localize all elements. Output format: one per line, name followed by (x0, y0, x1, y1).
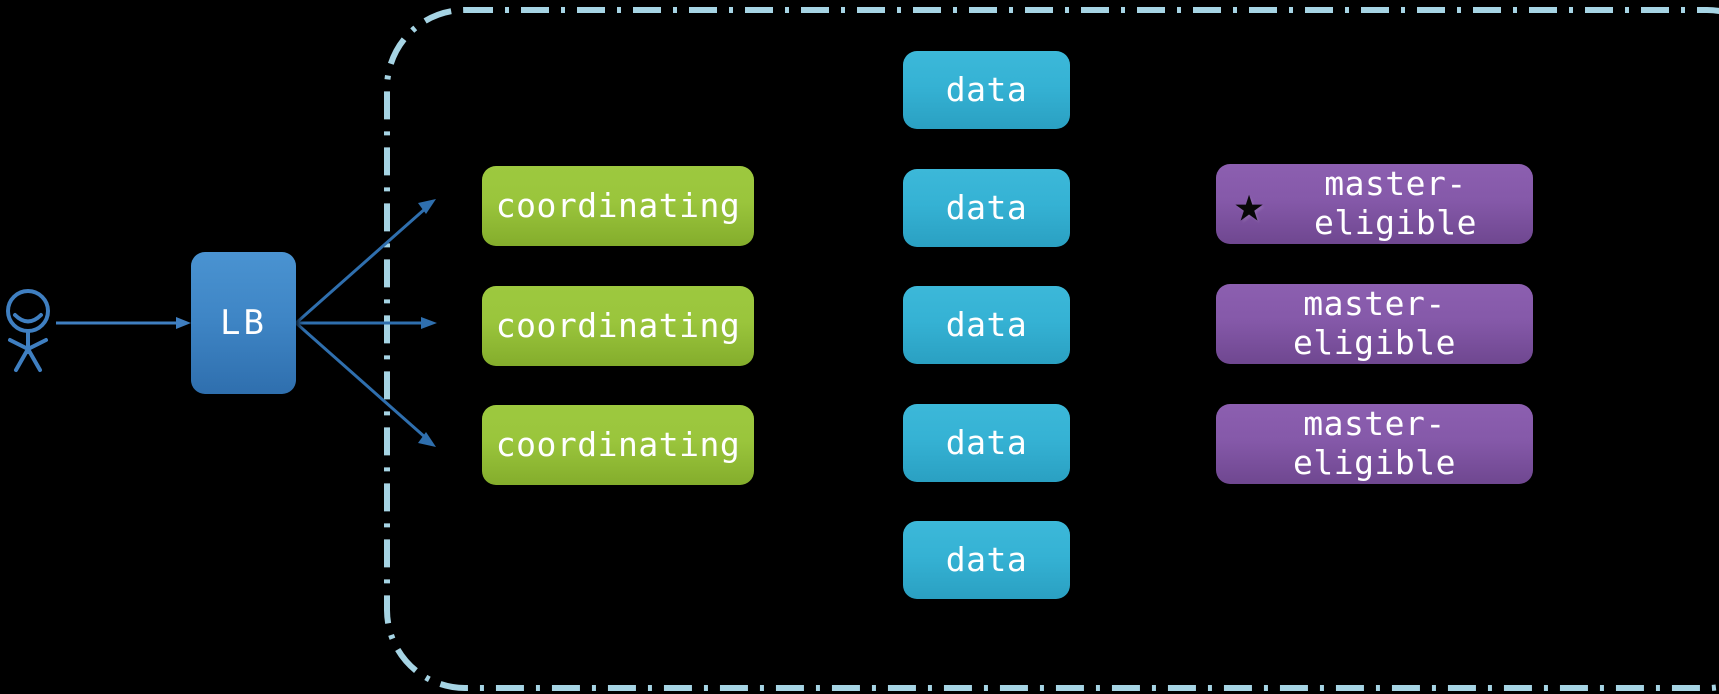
star-icon: ★ (1234, 175, 1265, 233)
data-node-5-label: data (945, 539, 1028, 579)
data-node-2-label: data (945, 187, 1028, 227)
data-node-1[interactable]: data (903, 51, 1070, 129)
edge-lb-to-coordinating-3 (295, 321, 436, 447)
master-eligible-node-2-label: master- eligible (1293, 284, 1456, 362)
data-node-3[interactable]: data (903, 286, 1070, 364)
data-node-4[interactable]: data (903, 404, 1070, 482)
data-node-2[interactable]: data (903, 169, 1070, 247)
edge-client-to-lb (56, 317, 191, 329)
coordinating-node-3[interactable]: coordinating (482, 405, 754, 485)
coordinating-node-3-label: coordinating (495, 424, 741, 464)
diagram-canvas: LB coordinating coordinating coordinatin… (0, 0, 1719, 694)
coordinating-node-1-label: coordinating (495, 185, 741, 225)
data-node-4-label: data (945, 422, 1028, 462)
master-eligible-node-1-label: master- eligible (1314, 164, 1477, 242)
master-eligible-node-2[interactable]: master- eligible (1216, 284, 1533, 364)
load-balancer-node[interactable]: LB (191, 252, 296, 394)
master-eligible-node-1[interactable]: ★ master- eligible (1216, 164, 1533, 244)
data-node-3-label: data (945, 304, 1028, 344)
user-actor-icon (6, 289, 50, 372)
master-eligible-node-3[interactable]: master- eligible (1216, 404, 1533, 484)
data-node-1-label: data (945, 69, 1028, 109)
data-node-5[interactable]: data (903, 521, 1070, 599)
edge-lb-to-coordinating-1 (295, 199, 436, 325)
coordinating-node-2-label: coordinating (495, 305, 741, 345)
load-balancer-label: LB (220, 302, 267, 343)
edge-lb-to-coordinating-2 (296, 317, 437, 329)
master-eligible-node-3-label: master- eligible (1293, 404, 1456, 482)
coordinating-node-2[interactable]: coordinating (482, 286, 754, 366)
coordinating-node-1[interactable]: coordinating (482, 166, 754, 246)
